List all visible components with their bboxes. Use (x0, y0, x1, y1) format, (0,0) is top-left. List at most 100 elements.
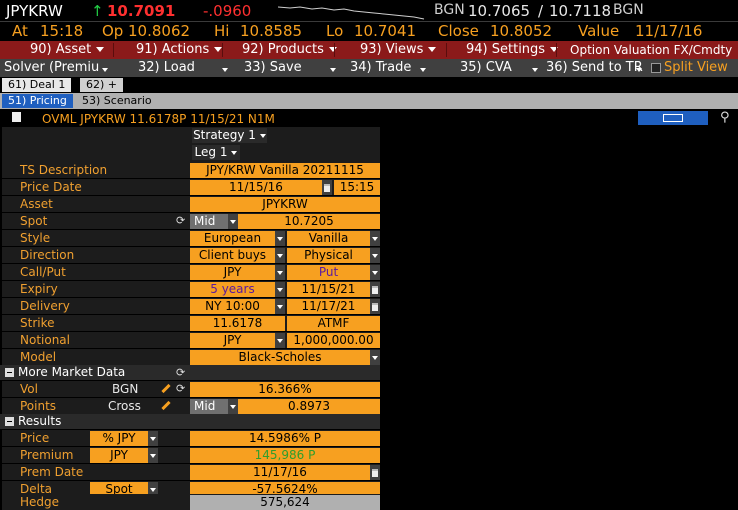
refresh-icon[interactable]: ⟳ (176, 215, 185, 226)
ts-description-field[interactable]: JPY/KRW Vanilla 20211115 (190, 163, 380, 178)
asset-menu[interactable]: 90) Asset (30, 41, 105, 59)
notional-label: Notional (20, 333, 70, 347)
collapse-icon[interactable] (5, 368, 14, 377)
low-value: 10.7041 (354, 22, 417, 40)
strike-mode-field[interactable]: ATMF (287, 316, 380, 331)
send-dropdown-arrow[interactable] (636, 62, 642, 76)
layout-toggle-button[interactable] (638, 111, 708, 125)
expiry-tenor-dropdown[interactable]: 5 years (190, 282, 285, 297)
delivery-label: Delivery (20, 299, 70, 313)
direction-label: Direction (20, 248, 75, 262)
load-button[interactable]: 32) Load (138, 59, 195, 77)
price-date-field[interactable]: 11/15/16 (190, 180, 332, 195)
vol-field[interactable]: 16.366% (190, 382, 380, 397)
high-value: 10.8585 (240, 22, 303, 40)
points-field[interactable]: 0.8973 (238, 399, 380, 414)
send-to-tr-button[interactable]: 36) Send to TR (546, 59, 643, 77)
premium-label: Premium (20, 448, 74, 462)
price-unit-dropdown[interactable]: % JPY (90, 431, 158, 446)
prem-date-label: Prem Date (20, 465, 84, 479)
document-icon[interactable] (12, 112, 21, 122)
strike-label: Strike (20, 316, 55, 330)
price-time-field[interactable]: 15:15 (334, 180, 380, 195)
split-view-checkbox[interactable] (651, 63, 661, 73)
ts-description-label: TS Description (20, 163, 108, 177)
solver-dropdown-arrow[interactable] (102, 62, 108, 76)
toolbar: Solver (Premiu 32) Load 33) Save 34) Tra… (0, 59, 738, 77)
actions-menu[interactable]: 91) Actions (136, 41, 223, 59)
strategy-dropdown[interactable]: Strategy 1 (192, 128, 267, 143)
price-result: 14.5986% P (190, 431, 380, 446)
vol-source: BGN (112, 382, 139, 396)
delivery-cut-dropdown[interactable]: NY 10:00 (190, 299, 285, 314)
trade-button[interactable]: 34) Trade (350, 59, 411, 77)
asset-field[interactable]: JPYKRW (190, 197, 380, 212)
ask-source: BGN (613, 2, 644, 18)
model-label: Model (20, 350, 57, 364)
quote-time: 15:18 (40, 22, 84, 40)
close-value: 10.8052 (490, 22, 553, 40)
spot-label: Spot (20, 214, 48, 228)
expiry-label: Expiry (20, 282, 58, 296)
prem-date-field[interactable]: 11/17/16 (190, 465, 380, 480)
tab-pricing[interactable]: 51) Pricing (2, 94, 73, 108)
strike-field[interactable]: 11.6178 (190, 316, 285, 331)
refresh-vol-icon[interactable]: ⟳ (176, 383, 185, 394)
refresh-market-icon[interactable]: ⟳ (176, 367, 185, 378)
up-arrow-icon: ↑ (91, 2, 104, 20)
trade-dropdown-arrow[interactable] (420, 62, 426, 76)
hedge-result: 575,624 (190, 495, 380, 510)
hedge-label: Hedge (20, 495, 60, 509)
save-button[interactable]: 33) Save (244, 59, 302, 77)
high-label: Hi (214, 22, 230, 40)
products-menu[interactable]: 92) Products (242, 41, 337, 59)
bid-source: BGN (434, 2, 465, 18)
price-change: -.0960 (203, 2, 252, 20)
model-dropdown[interactable]: Black-Scholes (190, 350, 380, 365)
settings-menu[interactable]: 94) Settings (466, 41, 559, 59)
search-icon[interactable]: ⚲ (720, 110, 730, 125)
call-put-type-dropdown[interactable]: Put (287, 265, 380, 280)
asset-label: Asset (20, 197, 53, 211)
price-label: Price (20, 431, 50, 445)
views-menu[interactable]: 93) Views (360, 41, 437, 59)
calendar-icon[interactable] (322, 180, 332, 195)
leg-dropdown[interactable]: Leg 1 (192, 145, 240, 160)
expiry-date-field[interactable]: 11/15/21 (287, 282, 380, 297)
value-label: Value (578, 22, 620, 40)
settlement-dropdown[interactable]: Physical (287, 248, 380, 263)
premium-result: 145,986 P (190, 448, 380, 463)
collapse-results-icon[interactable] (5, 417, 14, 426)
value-date: 11/17/16 (635, 22, 703, 40)
window-title: Option Valuation FX/Cmdty (570, 43, 733, 57)
points-source: Cross (108, 399, 141, 413)
low-label: Lo (326, 22, 344, 40)
points-label: Points (20, 399, 57, 413)
cva-button[interactable]: 35) CVA (460, 59, 512, 77)
open-value: 10.8062 (128, 22, 191, 40)
direction-dropdown[interactable]: Client buys (190, 248, 285, 263)
results-section[interactable]: Results (0, 414, 380, 429)
notional-currency-dropdown[interactable]: JPY (190, 333, 285, 348)
sparkline-chart (278, 6, 425, 20)
spot-field[interactable]: 10.7205 (238, 214, 380, 229)
premium-unit-dropdown[interactable]: JPY (90, 448, 158, 463)
style-variant-dropdown[interactable]: Vanilla (287, 231, 380, 246)
solver-dropdown[interactable]: Solver (Premiu (4, 59, 99, 77)
call-put-currency-dropdown[interactable]: JPY (190, 265, 285, 280)
split-view-label: Split View (664, 60, 728, 75)
notional-field[interactable]: 1,000,000.00 (287, 333, 380, 348)
more-market-data-section[interactable]: More Market Data (0, 365, 380, 380)
style-label: Style (20, 231, 51, 245)
price-date-label: Price Date (20, 180, 82, 194)
tab-add[interactable]: 62) + (80, 78, 124, 92)
ticker-symbol: JPYKRW (6, 2, 63, 20)
points-side-dropdown[interactable]: Mid (190, 399, 238, 414)
style-type-dropdown[interactable]: European (190, 231, 285, 246)
columns-icon (663, 114, 683, 122)
tab-deal-1[interactable]: 61) Deal 1 (2, 78, 72, 92)
call-put-label: Call/Put (20, 265, 66, 279)
spot-side-dropdown[interactable]: Mid (190, 214, 238, 229)
delivery-date-field[interactable]: 11/17/21 (287, 299, 380, 314)
tab-scenario[interactable]: 53) Scenario (76, 94, 158, 108)
